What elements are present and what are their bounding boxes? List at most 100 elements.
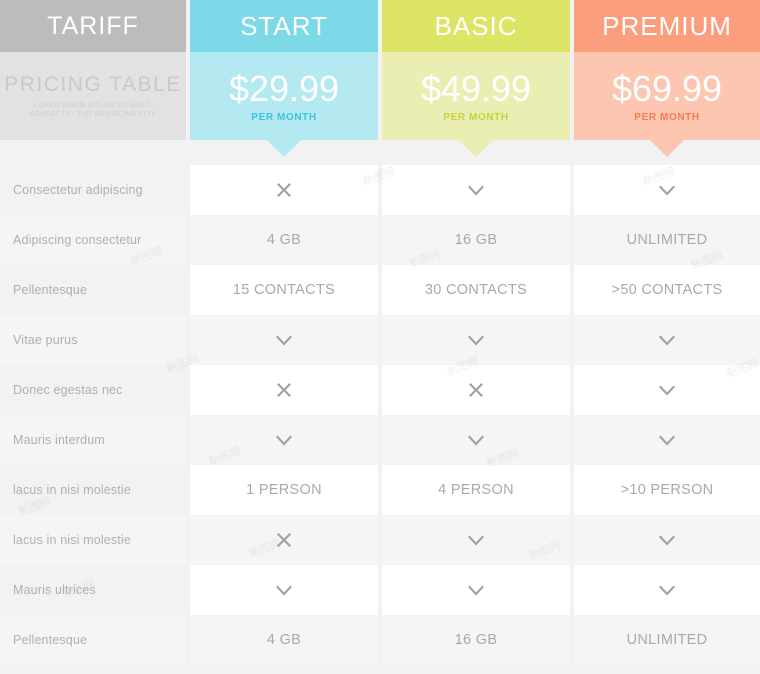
feature-value-cell xyxy=(190,315,378,365)
plan-title-bar-premium: PREMIUM xyxy=(574,0,760,52)
chevron-check-icon xyxy=(465,429,487,451)
feature-value-cell xyxy=(382,565,570,615)
plan-price-premium: $69.99 xyxy=(611,68,723,109)
table-row: Pellentesque 15 CONTACTS 30 CONTACTS >50 CO… xyxy=(0,265,760,315)
feature-value: 30 CONTACTS xyxy=(424,282,528,298)
feature-value: 15 CONTACTS xyxy=(232,282,336,298)
feature-label-cell: lacus in nisi molestie xyxy=(0,515,186,565)
feature-label-cell: Mauris ultrices xyxy=(0,565,186,615)
header-column-premium[interactable]: PREMIUM $69.99 PER MONTH xyxy=(574,0,760,140)
tariff-info-panel: PRICING TABLE LOREM IPSUM DOLOR SIT AMET… xyxy=(0,52,186,140)
table-row: Vitae purus xyxy=(0,315,760,365)
table-row: Donec egestas nec xyxy=(0,365,760,415)
header-column-basic[interactable]: BASIC $49.99 PER MONTH xyxy=(382,0,570,140)
pricing-table-description: LOREM IPSUM DOLOR SIT AMET, CONSECTE - T… xyxy=(29,102,157,118)
cross-icon xyxy=(273,379,295,401)
feature-value-cell: 4 PERSON xyxy=(382,465,570,515)
pricing-table: TARIFF PRICING TABLE LOREM IPSUM DOLOR S… xyxy=(0,0,760,674)
feature-label: Mauris interdum xyxy=(13,433,105,447)
cross-icon xyxy=(465,379,487,401)
feature-label: Pellentesque xyxy=(13,283,88,297)
chevron-check-icon xyxy=(656,329,678,351)
feature-value-cell: 16 GB xyxy=(382,615,570,665)
plan-price-start: $29.99 xyxy=(228,68,340,109)
feature-label: Pellentesque xyxy=(13,633,88,647)
feature-label-cell: Pellentesque xyxy=(0,615,186,665)
header-column-start[interactable]: START $29.99 PER MONTH xyxy=(190,0,378,140)
feature-value-cell xyxy=(574,415,760,465)
feature-value-cell xyxy=(382,515,570,565)
plan-price-panel-premium: $69.99 PER MONTH xyxy=(574,52,760,140)
feature-value: 1 PERSON xyxy=(246,482,322,498)
plan-period-premium: PER MONTH xyxy=(634,112,700,123)
plan-pointer-premium xyxy=(650,140,684,157)
chevron-check-icon xyxy=(465,179,487,201)
plan-name-start: START xyxy=(240,10,328,41)
cross-icon xyxy=(273,179,295,201)
plan-price-panel-start: $29.99 PER MONTH xyxy=(190,52,378,140)
chevron-check-icon xyxy=(465,579,487,601)
feature-value-cell: >50 CONTACTS xyxy=(574,265,760,315)
table-row: lacus in nisi molestie xyxy=(0,515,760,565)
feature-value-cell: UNLIMITED xyxy=(574,615,760,665)
chevron-check-icon xyxy=(656,579,678,601)
table-row: Consectetur adipiscing xyxy=(0,165,760,215)
feature-label: Vitae purus xyxy=(13,333,78,347)
header-column-tariff: TARIFF PRICING TABLE LOREM IPSUM DOLOR S… xyxy=(0,0,186,140)
feature-value-cell xyxy=(190,165,378,215)
feature-value: 4 GB xyxy=(266,232,302,248)
chevron-check-icon xyxy=(273,329,295,351)
plan-title-bar-basic: BASIC xyxy=(382,0,570,52)
plan-name-premium: PREMIUM xyxy=(602,10,732,41)
feature-value: 16 GB xyxy=(454,232,498,248)
tariff-title: TARIFF xyxy=(47,11,139,40)
pricing-header: TARIFF PRICING TABLE LOREM IPSUM DOLOR S… xyxy=(0,0,760,157)
feature-value-cell: 16 GB xyxy=(382,215,570,265)
feature-value: >50 CONTACTS xyxy=(611,282,723,298)
tariff-title-bar: TARIFF xyxy=(0,0,186,52)
feature-value-cell xyxy=(190,515,378,565)
plan-price-panel-basic: $49.99 PER MONTH xyxy=(382,52,570,140)
feature-value-cell: >10 PERSON xyxy=(574,465,760,515)
feature-label-cell: Consectetur adipiscing xyxy=(0,165,186,215)
feature-value: 16 GB xyxy=(454,632,498,648)
feature-value-cell: 30 CONTACTS xyxy=(382,265,570,315)
feature-value-cell: 1 PERSON xyxy=(190,465,378,515)
feature-value-cell xyxy=(574,515,760,565)
chevron-check-icon xyxy=(656,529,678,551)
feature-value-cell xyxy=(574,565,760,615)
feature-label-cell: Donec egestas nec xyxy=(0,365,186,415)
table-row: Mauris ultrices xyxy=(0,565,760,615)
table-row: lacus in nisi molestie 1 PERSON 4 PERSON >1… xyxy=(0,465,760,515)
feature-value-cell xyxy=(190,565,378,615)
table-row: Pellentesque 4 GB 16 GB UNLIMITED xyxy=(0,615,760,665)
plan-period-basic: PER MONTH xyxy=(443,112,509,123)
chevron-check-icon xyxy=(465,329,487,351)
feature-label-cell: lacus in nisi molestie xyxy=(0,465,186,515)
feature-value-cell xyxy=(382,415,570,465)
feature-label-cell: Adipiscing consectetur xyxy=(0,215,186,265)
chevron-check-icon xyxy=(656,179,678,201)
feature-value-cell xyxy=(574,315,760,365)
pricing-table-subtitle: PRICING TABLE xyxy=(4,73,182,96)
feature-label: Donec egestas nec xyxy=(13,383,123,397)
cross-icon xyxy=(273,529,295,551)
chevron-check-icon xyxy=(273,429,295,451)
plan-title-bar-start: START xyxy=(190,0,378,52)
feature-rows: Consectetur adipiscing Adipiscing consect… xyxy=(0,165,760,665)
chevron-check-icon xyxy=(656,379,678,401)
feature-value-cell xyxy=(190,415,378,465)
plan-period-start: PER MONTH xyxy=(251,112,317,123)
feature-value-cell xyxy=(574,365,760,415)
feature-label-cell: Mauris interdum xyxy=(0,415,186,465)
feature-value: 4 GB xyxy=(266,632,302,648)
chevron-check-icon xyxy=(656,429,678,451)
feature-value-cell xyxy=(382,365,570,415)
feature-value-cell: 15 CONTACTS xyxy=(190,265,378,315)
feature-value-cell xyxy=(190,365,378,415)
feature-label: Adipiscing consectetur xyxy=(13,233,142,247)
feature-label: lacus in nisi molestie xyxy=(13,533,131,547)
feature-label: lacus in nisi molestie xyxy=(13,483,131,497)
feature-value-cell xyxy=(382,165,570,215)
plan-pointer-basic xyxy=(459,140,493,157)
